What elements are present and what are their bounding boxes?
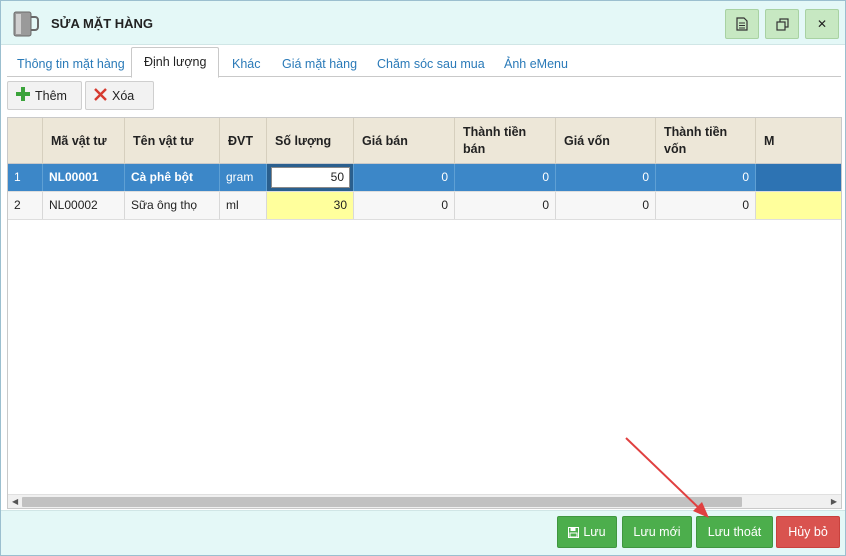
col-cost-total-header[interactable]: Thành tiền vốn [656,118,756,164]
cell-unit[interactable]: ml [220,192,267,219]
cell-sale-price[interactable]: 0 [354,192,455,219]
cup-icon [11,9,41,39]
save-button[interactable]: Lưu [557,516,617,548]
table-row[interactable]: 1 NL00001 Cà phê bột gram 50 0 0 0 0 0 [8,164,841,192]
cell-quantity[interactable]: 30 [267,192,354,219]
grid-header: Mã vật tư Tên vật tư ĐVT Số lượng Giá bá… [8,118,841,164]
grid-toolbar: Thêm Xóa [7,81,157,111]
col-sale-price-header[interactable]: Giá bán [354,118,455,164]
cell-quantity[interactable]: 50 [267,164,354,191]
quantity-input[interactable]: 50 [271,167,350,188]
tab-item-info[interactable]: Thông tin mặt hàng [17,51,125,77]
col-unit-header[interactable]: ĐVT [220,118,267,164]
cell-m[interactable]: 0 [756,164,841,191]
cell-cost-price[interactable]: 0 [556,164,656,191]
scroll-left-icon[interactable]: ◀ [12,497,18,506]
cell-index: 2 [8,192,43,219]
cell-cost-price[interactable]: 0 [556,192,656,219]
scroll-right-icon[interactable]: ▶ [831,497,837,506]
cell-sale-price[interactable]: 0 [354,164,455,191]
tab-after-sales-care[interactable]: Chăm sóc sau mua [377,51,485,77]
dialog-header: SỬA MẶT HÀNG ✕ [1,1,845,45]
col-name-header[interactable]: Tên vật tư [125,118,220,164]
restore-button[interactable] [765,9,799,39]
floppy-disk-icon [568,526,580,538]
tab-bar: Thông tin mặt hàng Định lượng Khác Giá m… [7,45,841,78]
cell-name[interactable]: Cà phê bột [125,164,220,191]
cell-cost-total[interactable]: 0 [656,164,756,191]
col-quantity-header[interactable]: Số lượng [267,118,354,164]
document-icon [736,17,748,31]
save-button-label: Lưu [583,525,606,539]
close-button[interactable]: ✕ [805,9,839,39]
cell-unit[interactable]: gram [220,164,267,191]
save-new-button[interactable]: Lưu mới [622,516,692,548]
close-icon: ✕ [816,17,828,31]
col-cost-price-header[interactable]: Giá vốn [556,118,656,164]
dialog-title: SỬA MẶT HÀNG [51,16,154,31]
save-exit-button[interactable]: Lưu thoát [696,516,773,548]
tab-quantity[interactable]: Định lượng [131,47,220,78]
cell-name[interactable]: Sữa ông thọ [125,192,220,219]
horizontal-scrollbar[interactable]: ◀ ▶ [8,494,841,508]
cell-sale-total[interactable]: 0 [455,164,556,191]
ingredients-grid: Mã vật tư Tên vật tư ĐVT Số lượng Giá bá… [7,117,842,509]
cell-index: 1 [8,164,43,191]
restore-icon [775,17,789,31]
tab-emenu-image[interactable]: Ảnh eMenu [504,51,568,77]
delete-button[interactable]: Xóa [85,81,154,110]
document-button[interactable] [725,9,759,39]
add-button-label: Thêm [35,88,67,103]
add-button[interactable]: Thêm [7,81,82,110]
col-m-header[interactable]: M [756,118,841,164]
table-row[interactable]: 2 NL00002 Sữa ông thọ ml 30 0 0 0 0 0 [8,192,841,220]
cell-cost-total[interactable]: 0 [656,192,756,219]
scrollbar-thumb[interactable] [22,497,742,507]
edit-item-dialog: SỬA MẶT HÀNG ✕ Thông tin mặt hàng Định l… [0,0,846,556]
dialog-footer: Lưu Lưu mới Lưu thoát Hủy bỏ [1,510,845,555]
delete-x-icon [94,87,107,104]
plus-icon [16,87,30,104]
tab-item-price[interactable]: Giá mặt hàng [282,51,357,77]
col-index-header [8,118,43,164]
cell-code[interactable]: NL00002 [43,192,125,219]
cell-code[interactable]: NL00001 [43,164,125,191]
delete-button-label: Xóa [112,88,135,103]
col-sale-total-header[interactable]: Thành tiền bán [455,118,556,164]
cell-sale-total[interactable]: 0 [455,192,556,219]
col-code-header[interactable]: Mã vật tư [43,118,125,164]
cancel-button[interactable]: Hủy bỏ [776,516,840,548]
tab-other[interactable]: Khác [232,51,261,77]
cell-m[interactable]: 0 [756,192,841,219]
